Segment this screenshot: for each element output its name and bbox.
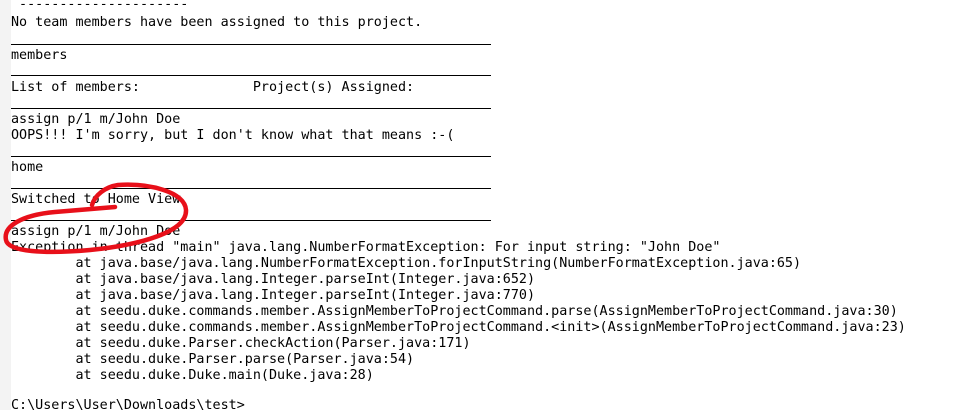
stack-trace-line: at seedu.duke.commands.member.AssignMemb… [11,304,898,319]
dash-line: --------------------- [11,0,189,12]
console-output[interactable]: --------------------- No team members ha… [11,0,962,413]
command-assign: assign p/1 m/John Doe [11,112,181,127]
stack-trace-line: at seedu.duke.commands.member.AssignMemb… [11,320,906,335]
separator-line [11,75,491,76]
stack-trace-line: at seedu.duke.Duke.main(Duke.java:28) [11,368,374,383]
command-home: home [11,160,44,175]
window-left-edge [0,0,11,410]
stack-trace-line: at seedu.duke.Parser.checkAction(Parser.… [11,336,471,351]
separator-line [11,44,491,45]
separator-line [11,108,491,109]
switched-message: Switched to Home View [11,192,181,207]
command-members: members [11,48,68,63]
stack-trace-line: at java.base/java.lang.Integer.parseInt(… [11,272,536,287]
stack-trace-line: at seedu.duke.Parser.parse(Parser.java:5… [11,352,415,367]
exception-message: Exception in thread "main" java.lang.Num… [11,240,721,255]
stack-trace-line: at java.base/java.lang.Integer.parseInt(… [11,288,536,303]
stack-trace-line: at java.base/java.lang.NumberFormatExcep… [11,256,802,271]
oops-message: OOPS!!! I'm sorry, but I don't know what… [11,128,455,143]
separator-line [11,220,491,221]
members-list-header: List of members: Project(s) Assigned: [11,80,415,95]
no-members-message: No team members have been assigned to th… [11,15,423,30]
command-prompt[interactable]: C:\Users\User\Downloads\test> [11,398,245,414]
separator-line [11,156,491,157]
separator-line [11,188,491,189]
command-assign-error: assign p/1 m/John Doe [11,224,181,239]
